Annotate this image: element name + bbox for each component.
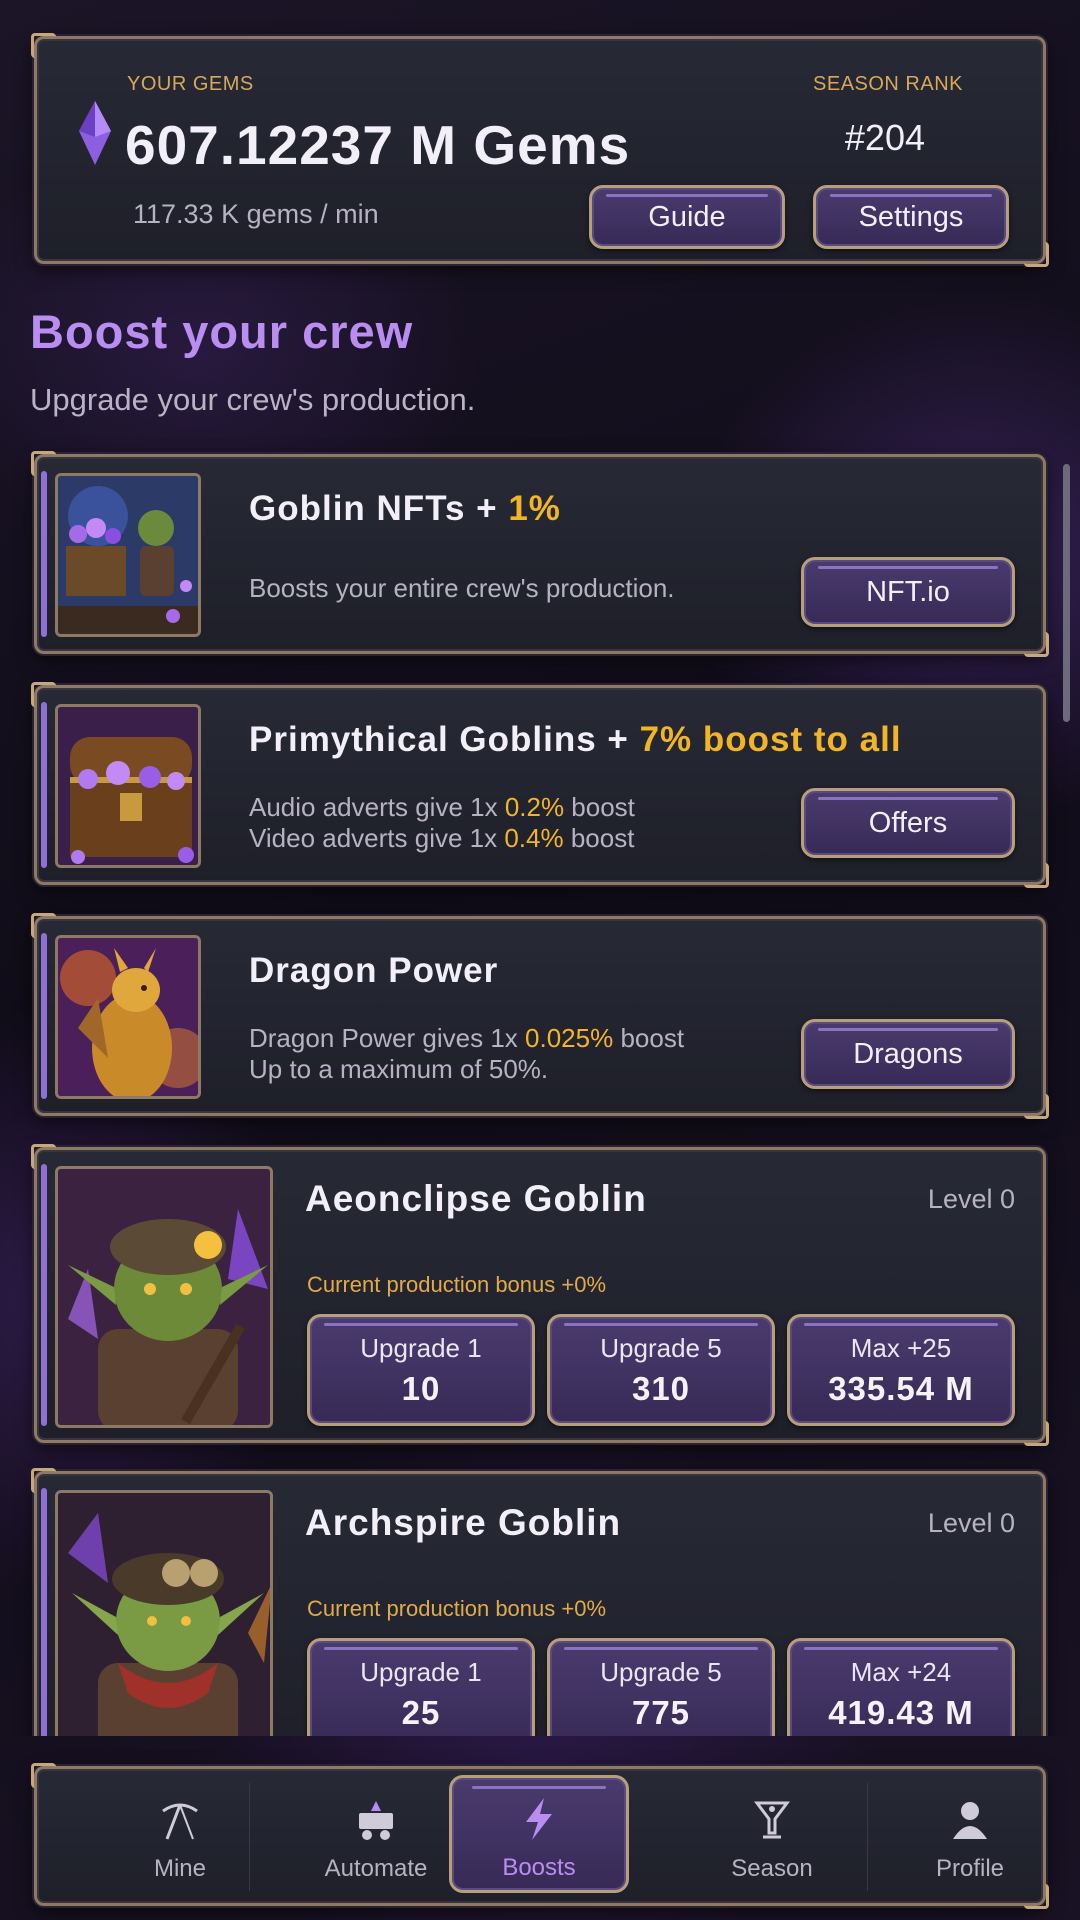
card-accent-bar (41, 1164, 47, 1426)
nav-profile[interactable]: Profile (875, 1779, 1065, 1895)
nav-label: Automate (324, 1855, 428, 1882)
nft-io-button[interactable]: NFT.io (801, 557, 1015, 627)
boost-description: Dragon Power gives 1x 0.025% boost Up to… (249, 1023, 684, 1085)
section-subtitle: Upgrade your crew's production. (30, 382, 476, 417)
upgrade-label: Upgrade 5 (600, 1656, 722, 1687)
section-title: Boost your crew (30, 305, 414, 358)
dragon-max-line: Up to a maximum of 50%. (249, 1054, 549, 1084)
upgrade-label: Upgrade 1 (360, 1656, 482, 1687)
boost-description: Audio adverts give 1x 0.2% boost Video a… (249, 792, 635, 854)
goblin-production-bonus: Current production bonus +0% (307, 1596, 607, 1621)
boost-title: Dragon Power (249, 951, 499, 990)
boost-title: Primythical Goblins + 7% boost to all (249, 720, 902, 759)
nav-label: Profile (935, 1855, 1005, 1882)
dragon-boost-line: Dragon Power gives 1x 0.025% boost (249, 1023, 685, 1053)
nav-automate[interactable]: Automate (281, 1779, 471, 1895)
treasure-chest-thumbnail (55, 704, 201, 868)
card-accent-bar (41, 1488, 47, 1736)
upgrade-cost: 310 (631, 1369, 691, 1407)
upgrade-label: Max +25 (850, 1332, 952, 1363)
upgrade-cost: 10 (401, 1369, 441, 1407)
upgrade-5-button[interactable]: Upgrade 5 310 (547, 1314, 775, 1426)
goblin-miner-thumbnail (55, 473, 201, 637)
upgrade-cost: 335.54 M (828, 1369, 974, 1407)
upgrade-label: Upgrade 5 (600, 1332, 722, 1363)
upgrade-5-button[interactable]: Upgrade 5 775 (547, 1638, 775, 1736)
pickaxe-icon (162, 1803, 198, 1840)
upgrade-label: Max +24 (850, 1656, 952, 1687)
person-icon (953, 1802, 987, 1839)
upgrade-1-button[interactable]: Upgrade 1 10 (307, 1314, 535, 1426)
audio-advert-line: Audio adverts give 1x 0.2% boost (249, 792, 635, 822)
boost-scroll-area[interactable]: Boost your crew Upgrade your crew's prod… (0, 0, 1080, 1736)
upgrade-cost: 419.43 M (828, 1693, 974, 1731)
nav-mine[interactable]: Mine (85, 1779, 275, 1895)
boost-card-dragon-power: Dragon Power Dragon Power gives 1x 0.025… (31, 913, 1049, 1119)
trophy-icon (754, 1801, 790, 1839)
boost-title: Goblin NFTs + 1% (249, 489, 561, 528)
upgrade-cost: 25 (401, 1693, 441, 1731)
lightning-icon (526, 1798, 552, 1840)
golden-dragon-thumbnail (55, 935, 201, 1099)
card-accent-bar (41, 471, 47, 637)
nav-label: Mine (153, 1855, 207, 1882)
nav-label: Boosts (502, 1854, 576, 1881)
boost-percent-highlight: 7% boost to all (639, 720, 902, 759)
archspire-goblin-portrait (55, 1490, 273, 1736)
goblin-card-archspire: Archspire Goblin Level 0 Current product… (31, 1468, 1046, 1736)
video-advert-line: Video adverts give 1x 0.4% boost (249, 823, 635, 853)
upgrade-max-button[interactable]: Max +24 419.43 M (787, 1638, 1015, 1736)
boost-percent-highlight: 1% (508, 489, 561, 528)
card-accent-bar (41, 933, 47, 1099)
card-accent-bar (41, 702, 47, 868)
goblin-card-aeonclipse: Aeonclipse Goblin Level 0 Current produc… (31, 1144, 1049, 1446)
goblin-level: Level 0 (927, 1508, 1015, 1538)
goblin-name: Aeonclipse Goblin (305, 1178, 647, 1219)
nav-season[interactable]: Season (677, 1779, 867, 1895)
goblin-level: Level 0 (927, 1184, 1015, 1214)
boost-card-goblin-nfts: Goblin NFTs + 1% Boosts your entire crew… (31, 451, 1049, 657)
nav-divider (249, 1783, 250, 1891)
offers-button[interactable]: Offers (801, 788, 1015, 858)
minecart-icon (359, 1801, 393, 1840)
dragons-button[interactable]: Dragons (801, 1019, 1015, 1089)
nav-boosts[interactable]: Boosts (449, 1775, 629, 1893)
boost-description: Boosts your entire crew's production. (249, 573, 675, 603)
upgrade-label: Upgrade 1 (360, 1332, 482, 1363)
boost-card-primythical-goblins: Primythical Goblins + 7% boost to all Au… (31, 682, 1049, 888)
upgrade-1-button[interactable]: Upgrade 1 25 (307, 1638, 535, 1736)
goblin-production-bonus: Current production bonus +0% (307, 1272, 607, 1297)
scrollbar[interactable] (1063, 464, 1070, 722)
aeonclipse-goblin-portrait (55, 1166, 273, 1428)
upgrade-cost: 775 (631, 1693, 691, 1731)
nav-label: Season (731, 1855, 813, 1882)
nav-divider (867, 1783, 868, 1891)
upgrade-max-button[interactable]: Max +25 335.54 M (787, 1314, 1015, 1426)
bottom-nav: Mine Automate Boosts Season Profile (31, 1763, 1049, 1909)
goblin-name: Archspire Goblin (305, 1502, 622, 1543)
